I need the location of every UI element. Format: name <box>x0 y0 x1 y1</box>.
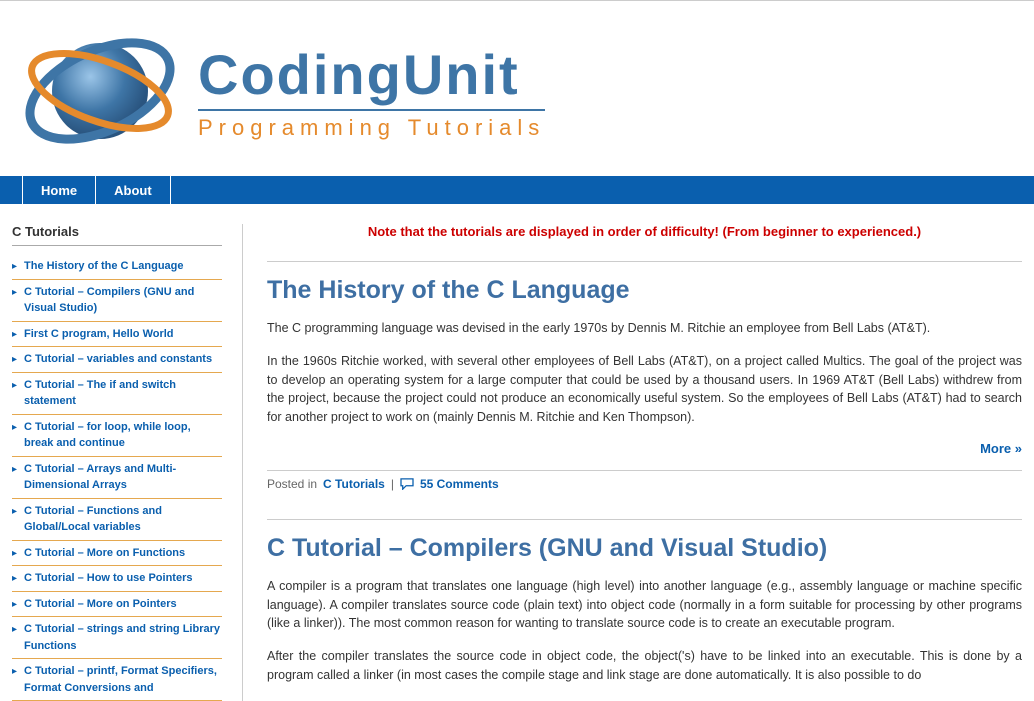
sidebar-item: C Tutorial – variables and constants <box>12 347 222 373</box>
sidebar-link[interactable]: C Tutorial – printf, Format Specifiers, … <box>24 665 217 694</box>
site-header: CodingUnit Programming Tutorials <box>0 1 1034 176</box>
sidebar-item: C Tutorial – Arrays and Multi-Dimensiona… <box>12 457 222 499</box>
article-body: The C programming language was devised i… <box>267 319 1022 427</box>
site-subtitle: Programming Tutorials <box>198 109 545 141</box>
more-link[interactable]: More » <box>980 441 1022 456</box>
sidebar-item: C Tutorial – Compilers (GNU and Visual S… <box>12 280 222 322</box>
article: The History of the C Language The C prog… <box>267 261 1022 491</box>
meta-prefix: Posted in <box>267 477 317 491</box>
sidebar-link[interactable]: C Tutorial – variables and constants <box>24 353 212 365</box>
comment-icon <box>400 478 414 490</box>
sidebar-link[interactable]: C Tutorial – for loop, while loop, break… <box>24 421 191 450</box>
main-nav: Home About <box>0 176 1034 204</box>
post-meta: Posted in C Tutorials | 55 Comments <box>267 470 1022 491</box>
sidebar: C Tutorials The History of the C Languag… <box>12 224 222 701</box>
site-logo[interactable]: CodingUnit Programming Tutorials <box>20 11 545 171</box>
sidebar-link[interactable]: First C program, Hello World <box>24 328 174 340</box>
meta-separator: | <box>391 477 394 491</box>
sidebar-link[interactable]: C Tutorial – strings and string Library … <box>24 623 220 652</box>
sidebar-link[interactable]: C Tutorial – More on Functions <box>24 547 185 559</box>
globe-logo-icon <box>20 11 180 171</box>
article-body: A compiler is a program that translates … <box>267 577 1022 685</box>
article-paragraph: The C programming language was devised i… <box>267 319 1022 338</box>
sidebar-list: The History of the C Language C Tutorial… <box>12 254 222 701</box>
sidebar-item: C Tutorial – printf, Format Specifiers, … <box>12 659 222 701</box>
sidebar-item: C Tutorial – strings and string Library … <box>12 617 222 659</box>
article-title[interactable]: C Tutorial – Compilers (GNU and Visual S… <box>267 534 1022 563</box>
sidebar-item: C Tutorial – How to use Pointers <box>12 566 222 592</box>
main-content: Note that the tutorials are displayed in… <box>242 224 1022 701</box>
article-paragraph: In the 1960s Ritchie worked, with severa… <box>267 352 1022 427</box>
sidebar-item: C Tutorial – More on Pointers <box>12 592 222 618</box>
sidebar-item: C Tutorial – Functions and Global/Local … <box>12 499 222 541</box>
sidebar-link[interactable]: C Tutorial – Functions and Global/Local … <box>24 505 162 534</box>
sidebar-item: The History of the C Language <box>12 254 222 280</box>
sidebar-link[interactable]: C Tutorial – Arrays and Multi-Dimensiona… <box>24 463 176 492</box>
sidebar-item: C Tutorial – The if and switch statement <box>12 373 222 415</box>
article-title[interactable]: The History of the C Language <box>267 276 1022 305</box>
nav-home[interactable]: Home <box>22 176 96 204</box>
sidebar-link[interactable]: C Tutorial – Compilers (GNU and Visual S… <box>24 286 194 315</box>
sidebar-item: C Tutorial – for loop, while loop, break… <box>12 415 222 457</box>
sidebar-link[interactable]: C Tutorial – More on Pointers <box>24 598 177 610</box>
nav-about[interactable]: About <box>96 176 171 204</box>
sidebar-link[interactable]: C Tutorial – The if and switch statement <box>24 379 176 408</box>
more-link-wrap: More » <box>267 441 1022 456</box>
meta-category-link[interactable]: C Tutorials <box>323 477 385 491</box>
sidebar-item: First C program, Hello World <box>12 322 222 348</box>
article-paragraph: A compiler is a program that translates … <box>267 577 1022 633</box>
notice-banner: Note that the tutorials are displayed in… <box>267 224 1022 239</box>
article-paragraph: After the compiler translates the source… <box>267 647 1022 685</box>
sidebar-link[interactable]: The History of the C Language <box>24 260 184 272</box>
meta-comments-link[interactable]: 55 Comments <box>420 477 499 491</box>
sidebar-item: C Tutorial – More on Functions <box>12 541 222 567</box>
article: C Tutorial – Compilers (GNU and Visual S… <box>267 519 1022 685</box>
site-title: CodingUnit <box>198 42 545 107</box>
sidebar-link[interactable]: C Tutorial – How to use Pointers <box>24 572 192 584</box>
sidebar-title: C Tutorials <box>12 224 222 246</box>
